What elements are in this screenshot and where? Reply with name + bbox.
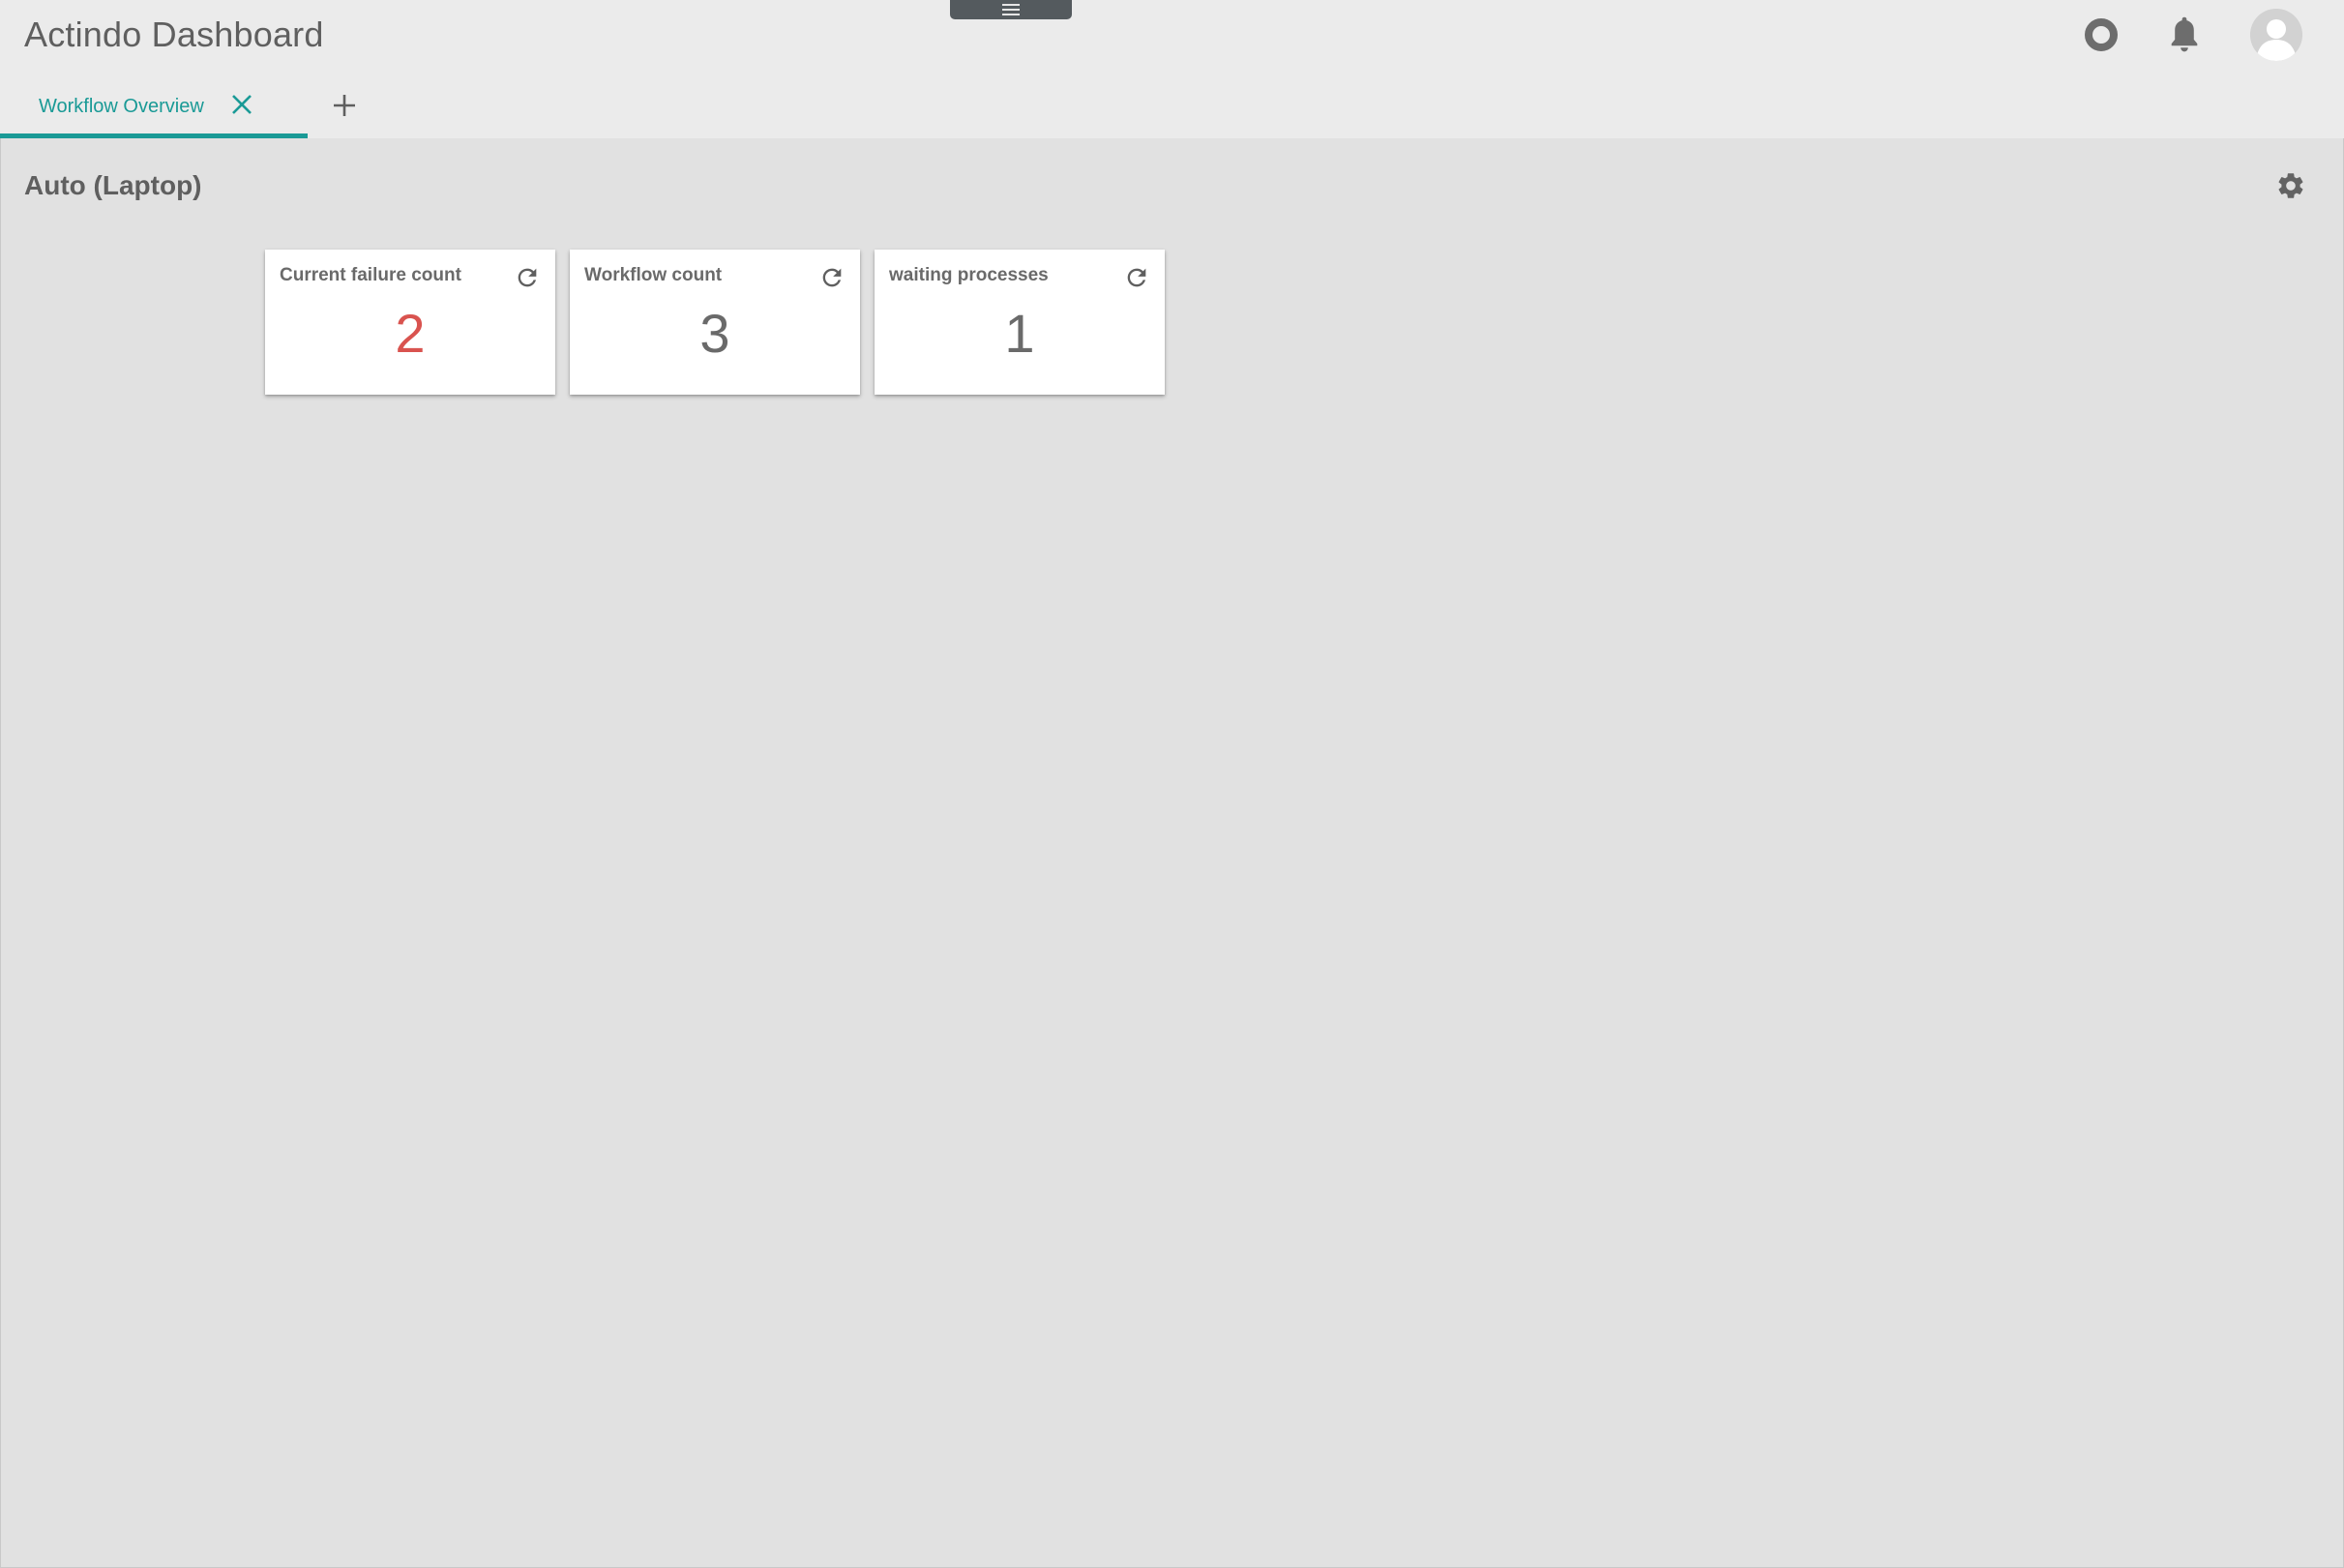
gear-icon bbox=[2278, 173, 2303, 198]
widget-refresh-button[interactable] bbox=[1122, 263, 1151, 292]
plus-icon bbox=[334, 95, 355, 116]
notifications-button[interactable] bbox=[2163, 12, 2206, 58]
widget-value: 3 bbox=[699, 303, 730, 364]
top-bar: Actindo Dashboard Workflow Overview bbox=[0, 0, 2344, 138]
tab-close-button[interactable] bbox=[228, 91, 255, 118]
widget-refresh-button[interactable] bbox=[817, 263, 846, 292]
add-tab-button[interactable] bbox=[333, 90, 356, 121]
widget-refresh-button[interactable] bbox=[513, 263, 542, 292]
widget-title: Workflow count bbox=[584, 265, 723, 285]
app-title: Actindo Dashboard bbox=[24, 15, 324, 54]
refresh-icon bbox=[1127, 268, 1146, 287]
user-avatar-button[interactable] bbox=[2250, 9, 2302, 61]
dashboard-section-title: Auto (Laptop) bbox=[24, 170, 202, 200]
dashboard-settings-button[interactable] bbox=[2273, 168, 2308, 203]
menu-toggle-button[interactable] bbox=[950, 0, 1072, 19]
tab-label: Workflow Overview bbox=[39, 95, 204, 117]
widget-waiting-processes: waiting processes 1 bbox=[875, 250, 1165, 395]
bell-icon bbox=[2171, 16, 2198, 52]
refresh-icon bbox=[518, 268, 537, 287]
active-tab-indicator bbox=[0, 133, 308, 138]
menu-icon bbox=[1002, 4, 1020, 15]
tab-workflow-overview[interactable]: Workflow Overview bbox=[0, 79, 308, 138]
close-icon bbox=[232, 95, 252, 114]
user-avatar-icon bbox=[2250, 9, 2302, 61]
widget-title: waiting processes bbox=[889, 265, 1049, 285]
refresh-icon bbox=[822, 268, 842, 287]
widget-value: 2 bbox=[395, 303, 426, 364]
widget-title: Current failure count bbox=[280, 265, 461, 285]
widget-workflow-count: Workflow count 3 bbox=[570, 250, 860, 395]
status-button[interactable] bbox=[2080, 14, 2122, 56]
app-frame bbox=[0, 0, 2344, 1568]
widget-current-failure-count: Current failure count 2 bbox=[265, 250, 555, 395]
widget-value: 1 bbox=[1004, 303, 1035, 364]
status-circle-icon bbox=[2085, 18, 2118, 51]
